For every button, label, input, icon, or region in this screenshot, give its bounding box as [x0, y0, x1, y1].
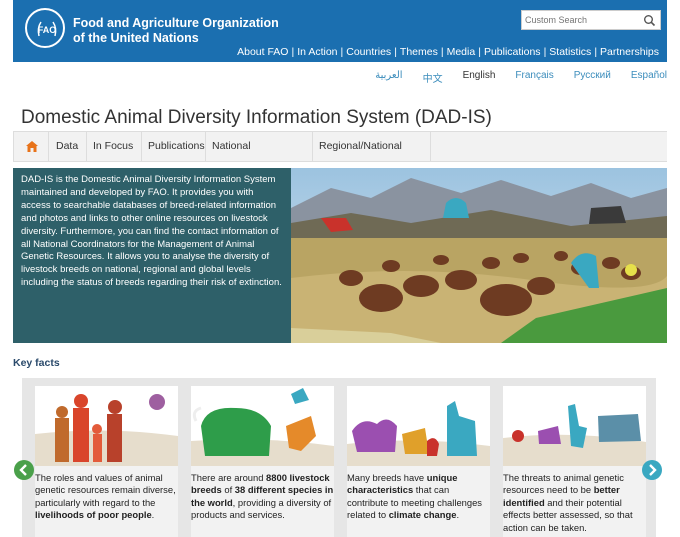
caption-highlight: climate change [388, 509, 457, 521]
tab-home[interactable] [13, 132, 49, 161]
carousel-next-button[interactable] [642, 460, 662, 480]
top-nav-media[interactable]: Media [447, 46, 476, 58]
key-facts-title: Key facts [13, 357, 60, 369]
hero-image [291, 168, 667, 343]
fao-header: FAO Food and Agriculture Organization of… [13, 0, 667, 62]
search-box [521, 10, 661, 30]
org-name[interactable]: Food and Agriculture Organization of the… [73, 16, 279, 46]
fao-logo[interactable]: FAO [25, 8, 65, 48]
caption-text: Many breeds have [347, 472, 427, 483]
top-nav-partnerships[interactable]: Partnerships [600, 46, 659, 58]
nav-separator: | [594, 46, 598, 58]
language-bar: العربية 中文 English Français Русский Español [355, 70, 667, 85]
chevron-left-icon [19, 464, 27, 476]
top-nav-about-fao[interactable]: About FAO [237, 46, 288, 58]
search-input[interactable] [525, 13, 635, 27]
top-nav-publications[interactable]: Publications [484, 46, 541, 58]
nav-separator: | [543, 46, 547, 58]
key-fact-caption: Many breeds have unique characteristics … [347, 472, 490, 522]
language-option-5[interactable]: Español [631, 70, 667, 85]
tab-publications[interactable]: Publications [142, 132, 206, 161]
key-facts-carousel: The roles and values of animal genetic r… [22, 378, 656, 537]
chevron-right-icon [649, 464, 657, 476]
key-fact-caption: The threats to animal genetic resources … [503, 472, 646, 534]
org-name-line1: Food and Agriculture Organization [73, 16, 279, 30]
key-fact-card[interactable]: There are around 8800 livestock breeds o… [191, 386, 334, 537]
top-nav: About FAO | In Action | Countries | Themes | Med… [237, 46, 659, 58]
page-title: Domestic Animal Diversity Information Sy… [21, 107, 492, 128]
fao-logo-icon: FAO [37, 21, 57, 37]
fao-logo-text: FAO [38, 25, 57, 35]
tab-data[interactable]: Data [50, 132, 87, 161]
livestock-group-illustration [503, 386, 646, 466]
nav-separator: | [291, 46, 295, 58]
key-fact-card[interactable]: Many breeds have unique characteristics … [347, 386, 490, 537]
top-nav-in-action[interactable]: In Action [297, 46, 337, 58]
people-illustration [35, 386, 178, 466]
hero-landscape-illustration [291, 168, 667, 343]
top-nav-countries[interactable]: Countries [346, 46, 391, 58]
carousel-prev-button[interactable] [14, 460, 34, 480]
search-icon[interactable] [643, 14, 656, 27]
caption-text: There are around [191, 472, 267, 483]
caption-text: The roles and values of animal genetic r… [35, 472, 176, 508]
yak-illustration [191, 386, 334, 466]
camel-llama-illustration [347, 386, 490, 466]
org-name-line2: of the United Nations [73, 31, 199, 45]
nav-separator: | [478, 46, 481, 58]
key-fact-caption: The roles and values of animal genetic r… [35, 472, 178, 522]
caption-text: . [151, 509, 155, 521]
language-option-2[interactable]: English [463, 70, 496, 85]
caption-text: of [221, 484, 235, 496]
caption-highlight: livelihoods of poor people [35, 509, 152, 521]
tab-regional-national-nodes[interactable]: Regional/National Nodes [313, 132, 431, 181]
intro-text: DAD-IS is the Domestic Animal Diversity … [13, 168, 291, 343]
top-nav-themes[interactable]: Themes [400, 46, 438, 58]
language-option-4[interactable]: Русский [574, 70, 611, 85]
tab-in-focus[interactable]: In Focus [87, 132, 142, 161]
key-fact-card[interactable]: The roles and values of animal genetic r… [35, 386, 178, 537]
nav-separator: | [340, 46, 344, 58]
nav-separator: | [440, 46, 444, 58]
language-option-3[interactable]: Français [515, 70, 553, 85]
language-option-1[interactable]: 中文 [423, 70, 443, 85]
language-option-0[interactable]: العربية [375, 70, 402, 85]
main-nav: DataIn FocusPublicationsNational Coordin… [13, 131, 667, 181]
top-nav-statistics[interactable]: Statistics [549, 46, 591, 58]
tab-national-coordinators[interactable]: National Coordinators [206, 132, 313, 181]
home-icon [26, 141, 38, 152]
caption-text: . [456, 509, 460, 521]
nav-separator: | [394, 46, 397, 58]
key-fact-caption: There are around 8800 livestock breeds o… [191, 472, 334, 522]
key-fact-card[interactable]: The threats to animal genetic resources … [503, 386, 646, 537]
